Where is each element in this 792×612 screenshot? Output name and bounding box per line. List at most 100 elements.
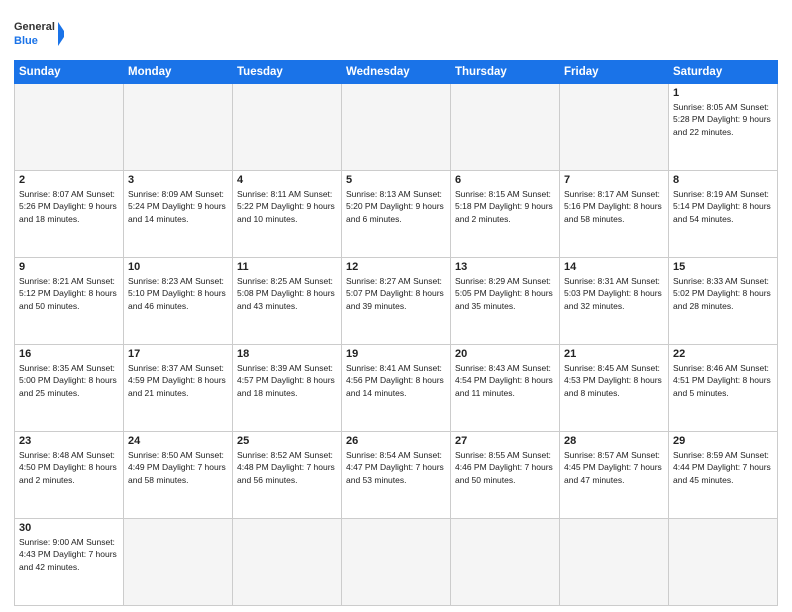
table-cell: 21 Sunrise: 8:45 AM Sunset: 4:53 PM Dayli… xyxy=(560,345,669,432)
table-cell: 14 Sunrise: 8:31 AM Sunset: 5:03 PM Dayli… xyxy=(560,258,669,345)
day-info: Sunrise: 8:27 AM Sunset: 5:07 PM Dayligh… xyxy=(346,275,446,312)
day-number: 7 xyxy=(564,174,664,186)
day-info: Sunrise: 8:11 AM Sunset: 5:22 PM Dayligh… xyxy=(237,188,337,225)
table-cell: 27 Sunrise: 8:55 AM Sunset: 4:46 PM Dayli… xyxy=(451,432,560,519)
table-cell xyxy=(15,84,124,171)
table-cell: 19Sunrise: 8:41 AM Sunset: 4:56 PM Dayli… xyxy=(342,345,451,432)
table-cell: 1 Sunrise: 8:05 AM Sunset: 5:28 PM Daylig… xyxy=(669,84,778,171)
table-cell: 18Sunrise: 8:39 AM Sunset: 4:57 PM Dayli… xyxy=(233,345,342,432)
header: General Blue xyxy=(14,10,778,54)
generalblue-logo-icon: General Blue xyxy=(14,14,64,54)
day-info: Sunrise: 8:23 AM Sunset: 5:10 PM Dayligh… xyxy=(128,275,228,312)
table-cell: 4 Sunrise: 8:11 AM Sunset: 5:22 PM Daylig… xyxy=(233,171,342,258)
table-cell xyxy=(233,519,342,606)
day-number: 27 xyxy=(455,435,555,447)
day-info: Sunrise: 8:45 AM Sunset: 4:53 PM Dayligh… xyxy=(564,362,664,399)
table-cell xyxy=(124,519,233,606)
day-info: Sunrise: 8:46 AM Sunset: 4:51 PM Dayligh… xyxy=(673,362,773,399)
table-cell xyxy=(451,84,560,171)
day-number: 15 xyxy=(673,261,773,273)
day-info: Sunrise: 8:43 AM Sunset: 4:54 PM Dayligh… xyxy=(455,362,555,399)
table-cell: 28 Sunrise: 8:57 AM Sunset: 4:45 PM Dayli… xyxy=(560,432,669,519)
day-info: Sunrise: 8:09 AM Sunset: 5:24 PM Dayligh… xyxy=(128,188,228,225)
day-info: Sunrise: 8:37 AM Sunset: 4:59 PM Dayligh… xyxy=(128,362,228,399)
table-cell: 5 Sunrise: 8:13 AM Sunset: 5:20 PM Daylig… xyxy=(342,171,451,258)
table-cell: 9Sunrise: 8:21 AM Sunset: 5:12 PM Daylig… xyxy=(15,258,124,345)
day-number: 11 xyxy=(237,261,337,273)
day-number: 17 xyxy=(128,348,228,360)
calendar-header: Sunday Monday Tuesday Wednesday Thursday… xyxy=(15,61,778,84)
day-info: Sunrise: 8:15 AM Sunset: 5:18 PM Dayligh… xyxy=(455,188,555,225)
day-number: 13 xyxy=(455,261,555,273)
day-info: Sunrise: 8:41 AM Sunset: 4:56 PM Dayligh… xyxy=(346,362,446,399)
day-number: 4 xyxy=(237,174,337,186)
table-cell: 29Sunrise: 8:59 AM Sunset: 4:44 PM Dayli… xyxy=(669,432,778,519)
col-saturday: Saturday xyxy=(669,61,778,84)
day-number: 14 xyxy=(564,261,664,273)
table-cell: 8Sunrise: 8:19 AM Sunset: 5:14 PM Daylig… xyxy=(669,171,778,258)
day-info: Sunrise: 8:07 AM Sunset: 5:26 PM Dayligh… xyxy=(19,188,119,225)
table-cell: 17 Sunrise: 8:37 AM Sunset: 4:59 PM Dayli… xyxy=(124,345,233,432)
day-info: Sunrise: 8:31 AM Sunset: 5:03 PM Dayligh… xyxy=(564,275,664,312)
day-info: Sunrise: 8:29 AM Sunset: 5:05 PM Dayligh… xyxy=(455,275,555,312)
table-cell xyxy=(233,84,342,171)
table-cell: 24Sunrise: 8:50 AM Sunset: 4:49 PM Dayli… xyxy=(124,432,233,519)
day-number: 10 xyxy=(128,261,228,273)
table-cell xyxy=(669,519,778,606)
table-cell xyxy=(342,519,451,606)
col-tuesday: Tuesday xyxy=(233,61,342,84)
table-cell: 26 Sunrise: 8:54 AM Sunset: 4:47 PM Dayli… xyxy=(342,432,451,519)
day-info: Sunrise: 8:54 AM Sunset: 4:47 PM Dayligh… xyxy=(346,449,446,486)
day-info: Sunrise: 8:33 AM Sunset: 5:02 PM Dayligh… xyxy=(673,275,773,312)
day-number: 12 xyxy=(346,261,446,273)
day-number: 5 xyxy=(346,174,446,186)
table-cell xyxy=(560,519,669,606)
day-number: 16 xyxy=(19,348,119,360)
table-cell: 10 Sunrise: 8:23 AM Sunset: 5:10 PM Dayli… xyxy=(124,258,233,345)
table-cell xyxy=(560,84,669,171)
svg-text:General: General xyxy=(14,21,55,33)
day-number: 22 xyxy=(673,348,773,360)
table-cell: 16Sunrise: 8:35 AM Sunset: 5:00 PM Dayli… xyxy=(15,345,124,432)
table-cell: 15 Sunrise: 8:33 AM Sunset: 5:02 PM Dayli… xyxy=(669,258,778,345)
day-number: 28 xyxy=(564,435,664,447)
calendar-table: Sunday Monday Tuesday Wednesday Thursday… xyxy=(14,60,778,606)
table-cell: 11Sunrise: 8:25 AM Sunset: 5:08 PM Dayli… xyxy=(233,258,342,345)
day-info: Sunrise: 8:05 AM Sunset: 5:28 PM Dayligh… xyxy=(673,101,773,138)
table-cell xyxy=(124,84,233,171)
table-cell: 2 Sunrise: 8:07 AM Sunset: 5:26 PM Daylig… xyxy=(15,171,124,258)
day-number: 25 xyxy=(237,435,337,447)
day-number: 26 xyxy=(346,435,446,447)
calendar-body: 1 Sunrise: 8:05 AM Sunset: 5:28 PM Daylig… xyxy=(15,84,778,606)
day-info: Sunrise: 8:59 AM Sunset: 4:44 PM Dayligh… xyxy=(673,449,773,486)
day-number: 24 xyxy=(128,435,228,447)
day-number: 30 xyxy=(19,522,119,534)
table-cell: 25Sunrise: 8:52 AM Sunset: 4:48 PM Dayli… xyxy=(233,432,342,519)
day-info: Sunrise: 8:17 AM Sunset: 5:16 PM Dayligh… xyxy=(564,188,664,225)
day-info: Sunrise: 8:13 AM Sunset: 5:20 PM Dayligh… xyxy=(346,188,446,225)
day-number: 2 xyxy=(19,174,119,186)
col-wednesday: Wednesday xyxy=(342,61,451,84)
header-row: Sunday Monday Tuesday Wednesday Thursday… xyxy=(15,61,778,84)
day-info: Sunrise: 8:57 AM Sunset: 4:45 PM Dayligh… xyxy=(564,449,664,486)
day-number: 3 xyxy=(128,174,228,186)
table-cell: 6 Sunrise: 8:15 AM Sunset: 5:18 PM Daylig… xyxy=(451,171,560,258)
col-monday: Monday xyxy=(124,61,233,84)
table-cell xyxy=(342,84,451,171)
day-number: 21 xyxy=(564,348,664,360)
col-sunday: Sunday xyxy=(15,61,124,84)
table-cell: 7 Sunrise: 8:17 AM Sunset: 5:16 PM Daylig… xyxy=(560,171,669,258)
day-number: 20 xyxy=(455,348,555,360)
day-number: 6 xyxy=(455,174,555,186)
day-info: Sunrise: 8:48 AM Sunset: 4:50 PM Dayligh… xyxy=(19,449,119,486)
day-number: 1 xyxy=(673,87,773,99)
table-cell: 12 Sunrise: 8:27 AM Sunset: 5:07 PM Dayli… xyxy=(342,258,451,345)
svg-text:Blue: Blue xyxy=(14,35,38,47)
table-cell xyxy=(451,519,560,606)
day-info: Sunrise: 8:55 AM Sunset: 4:46 PM Dayligh… xyxy=(455,449,555,486)
day-info: Sunrise: 8:21 AM Sunset: 5:12 PM Dayligh… xyxy=(19,275,119,312)
logo: General Blue xyxy=(14,14,64,54)
table-cell: 23Sunrise: 8:48 AM Sunset: 4:50 PM Dayli… xyxy=(15,432,124,519)
day-info: Sunrise: 9:00 AM Sunset: 4:43 PM Dayligh… xyxy=(19,536,119,573)
table-cell: 3 Sunrise: 8:09 AM Sunset: 5:24 PM Daylig… xyxy=(124,171,233,258)
